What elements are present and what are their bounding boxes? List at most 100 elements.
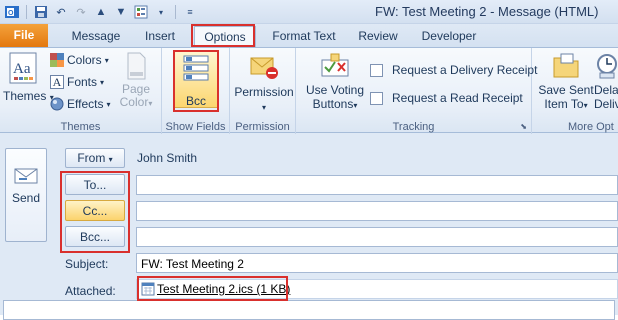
page-color-button[interactable]: Page Color▾ bbox=[114, 52, 158, 110]
subject-field[interactable]: FW: Test Meeting 2 bbox=[136, 253, 618, 273]
dialog-launcher-icon[interactable]: ⬊ bbox=[520, 122, 527, 131]
tab-developer[interactable]: Developer bbox=[414, 26, 484, 47]
cc-field[interactable] bbox=[136, 201, 618, 221]
undo-icon[interactable]: ↶ bbox=[53, 4, 69, 20]
delivery-receipt-option[interactable]: Request a Delivery Receipt bbox=[370, 63, 537, 77]
permission-label: Permission bbox=[234, 85, 294, 99]
themes-group-label: Themes bbox=[60, 121, 101, 133]
voting-label-line1: Use Voting bbox=[305, 83, 365, 97]
save-sent-label-line2: Item To bbox=[544, 97, 584, 111]
colors-dropdown-icon: ▾ bbox=[104, 55, 109, 65]
themes-label: Themes bbox=[3, 89, 47, 103]
save-sent-dropdown-icon: ▾ bbox=[583, 101, 588, 110]
colors-button[interactable]: Colors ▾ bbox=[50, 53, 109, 67]
bcc-field[interactable] bbox=[136, 227, 618, 247]
attachment-item[interactable]: Test Meeting 2.ics (1 KB) bbox=[141, 282, 290, 296]
bcc-toggle-label: Bcc bbox=[185, 94, 206, 108]
svg-text:O: O bbox=[8, 10, 14, 17]
delivery-receipt-label: Request a Delivery Receipt bbox=[392, 63, 538, 77]
ribbon-tabs: File Message Insert Options Format Text … bbox=[0, 24, 618, 47]
separator bbox=[26, 5, 27, 19]
page-color-dropdown-icon: ▾ bbox=[148, 99, 153, 108]
themes-icon: Aa bbox=[3, 52, 43, 89]
fonts-icon: A bbox=[50, 75, 64, 89]
save-sent-item-button[interactable]: Save Sent Item To▾ bbox=[536, 52, 596, 113]
ribbon: Aa Themes ▾ Colors▾ A Fonts▾ Effects▾ bbox=[0, 47, 618, 134]
clock-icon bbox=[594, 52, 618, 83]
tab-options[interactable]: Options bbox=[194, 26, 256, 47]
window-title: FW: Test Meeting 2 - Message (HTML) bbox=[375, 4, 599, 19]
send-button[interactable]: Send bbox=[5, 148, 47, 242]
tab-review[interactable]: Review bbox=[352, 26, 404, 47]
colors-icon bbox=[50, 53, 64, 67]
separator bbox=[175, 5, 176, 19]
compose-area: Send From ▾ John Smith To... Cc... Bcc..… bbox=[0, 134, 618, 320]
effects-dropdown-icon: ▾ bbox=[106, 99, 111, 109]
read-receipt-checkbox[interactable] bbox=[370, 91, 383, 105]
fonts-button[interactable]: A Fonts ▾ bbox=[50, 75, 104, 89]
customize-dropdown-icon[interactable]: ▾ bbox=[153, 4, 169, 20]
from-label: From bbox=[77, 151, 106, 165]
permission-group-label: Permission bbox=[235, 121, 290, 133]
quick-access-toolbar: O ↶ ↷ ▲ ▼ ▾ ≡ bbox=[4, 3, 198, 21]
save-sent-item-icon bbox=[536, 52, 596, 83]
permission-icon bbox=[234, 52, 294, 85]
to-button[interactable]: To... bbox=[65, 174, 125, 195]
tab-format-text[interactable]: Format Text bbox=[266, 26, 342, 47]
redo-icon[interactable]: ↷ bbox=[73, 4, 89, 20]
page-color-icon bbox=[114, 52, 158, 83]
themes-button[interactable]: Aa Themes ▾ bbox=[3, 52, 54, 103]
from-value: John Smith bbox=[137, 151, 198, 165]
tracking-group: Use Voting Buttons▾ Request a Delivery R… bbox=[296, 48, 537, 134]
to-field[interactable] bbox=[136, 175, 618, 195]
delay-label-line1: Delay bbox=[594, 83, 618, 97]
read-receipt-option[interactable]: Request a Read Receipt bbox=[370, 91, 523, 105]
effects-button[interactable]: Effects ▾ bbox=[50, 97, 110, 111]
show-fields-group-label: Show Fields bbox=[165, 121, 226, 133]
tab-file[interactable]: File bbox=[0, 24, 48, 47]
voting-label-line2: Buttons bbox=[312, 97, 354, 111]
from-button[interactable]: From ▾ bbox=[65, 148, 125, 168]
fonts-label: Fonts bbox=[67, 75, 98, 89]
bcc-toggle-button[interactable]: Bcc bbox=[174, 50, 218, 108]
qat-menu-icon[interactable]: ≡ bbox=[182, 4, 198, 20]
save-icon[interactable] bbox=[33, 4, 49, 20]
attachment-field: Test Meeting 2.ics (1 KB) bbox=[136, 279, 618, 299]
themes-group: Aa Themes ▾ Colors▾ A Fonts▾ Effects▾ bbox=[0, 48, 162, 134]
read-receipt-label: Request a Read Receipt bbox=[392, 91, 523, 105]
cc-button[interactable]: Cc... bbox=[65, 200, 125, 221]
message-body-editor[interactable] bbox=[3, 300, 615, 320]
tasks-icon[interactable] bbox=[133, 4, 149, 20]
subject-label: Subject: bbox=[65, 257, 109, 271]
from-dropdown-icon: ▾ bbox=[108, 155, 113, 164]
permission-dropdown-icon: ▾ bbox=[261, 103, 266, 112]
use-voting-buttons-button[interactable]: Use Voting Buttons▾ bbox=[304, 52, 366, 113]
bcc-button[interactable]: Bcc... bbox=[65, 226, 125, 247]
delay-delivery-button[interactable]: Delay Deliv bbox=[594, 52, 618, 111]
voting-dropdown-icon: ▾ bbox=[353, 101, 358, 110]
send-icon bbox=[13, 167, 39, 188]
tracking-group-label: Tracking bbox=[392, 121, 435, 133]
attached-label: Attached: bbox=[65, 284, 116, 298]
voting-icon bbox=[304, 52, 366, 83]
svg-text:Aa: Aa bbox=[13, 61, 31, 77]
show-fields-group: Bcc Show Fields bbox=[162, 48, 230, 134]
more-options-group: Save Sent Item To▾ Delay Deliv More Opt bbox=[532, 48, 618, 134]
save-sent-label-line1: Save Sent bbox=[538, 83, 594, 97]
permission-group: Permission ▾ Permission bbox=[230, 48, 296, 134]
delivery-receipt-checkbox[interactable] bbox=[370, 63, 383, 77]
down-arrow-icon[interactable]: ▼ bbox=[113, 4, 129, 20]
tab-insert[interactable]: Insert bbox=[137, 26, 183, 47]
effects-label: Effects bbox=[67, 97, 104, 111]
bcc-icon bbox=[175, 54, 217, 87]
title-bar: O ↶ ↷ ▲ ▼ ▾ ≡ FW: Test Meeting 2 - Messa… bbox=[0, 0, 618, 24]
tab-message[interactable]: Message bbox=[66, 26, 126, 47]
outlook-compose-window: O ↶ ↷ ▲ ▼ ▾ ≡ FW: Test Meeting 2 - Messa… bbox=[0, 0, 618, 320]
up-arrow-icon[interactable]: ▲ bbox=[93, 4, 109, 20]
permission-button[interactable]: Permission ▾ bbox=[234, 52, 294, 113]
send-label: Send bbox=[11, 191, 41, 205]
outlook-app-icon: O bbox=[4, 4, 20, 20]
colors-label: Colors bbox=[67, 53, 102, 67]
page-color-label: Page Color bbox=[119, 82, 151, 109]
attachment-name[interactable]: Test Meeting 2.ics (1 KB) bbox=[157, 282, 290, 296]
